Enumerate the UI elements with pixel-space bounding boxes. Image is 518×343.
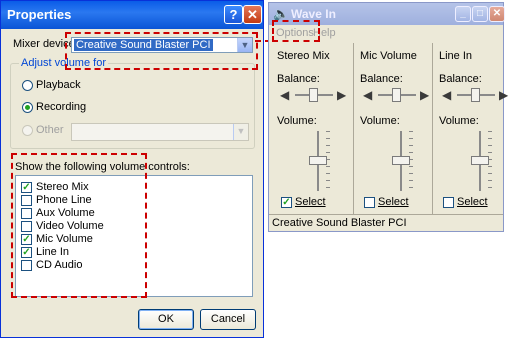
speaker-left-icon: ◀ [442,88,452,102]
dialog-title: Properties [7,7,72,22]
volume-label: Volume: [360,115,400,127]
speaker-left-icon: ◀ [363,88,373,102]
controls-highlight [11,153,147,298]
chevron-down-icon[interactable]: ▼ [233,124,248,140]
volume-slider[interactable] [309,156,327,165]
help-button[interactable]: ? [224,5,243,24]
select-checkbox[interactable]: ✓ [281,197,292,208]
playback-radio[interactable] [22,80,33,91]
recording-radio-label: Recording [36,101,87,113]
other-radio[interactable] [22,125,33,136]
column-name: Line In [439,50,473,62]
balance-slider[interactable] [392,88,401,102]
minimize-button[interactable]: _ [455,6,471,22]
select-label: Select [378,196,409,208]
volume-label: Volume: [439,115,479,127]
playback-radio-label: Playback [36,79,81,91]
volume-slider[interactable] [392,156,410,165]
select-label: Select [295,196,326,208]
speaker-right-icon: ▶ [420,88,430,102]
balance-label: Balance: [360,73,403,85]
select-checkbox[interactable] [443,197,454,208]
column-divider [432,43,433,215]
maximize-button[interactable]: □ [472,6,488,22]
recording-radio[interactable] [22,102,33,113]
balance-slider[interactable] [309,88,318,102]
volume-label: Volume: [277,115,317,127]
mixer-highlight [65,32,258,70]
select-checkbox[interactable] [364,197,375,208]
column-name: Stereo Mix [277,50,330,62]
cancel-button[interactable]: Cancel [200,309,256,330]
speaker-right-icon: ▶ [337,88,347,102]
status-bar: Creative Sound Blaster PCI [269,214,503,231]
close-button[interactable]: ✕ [489,6,505,22]
balance-slider[interactable] [471,88,480,102]
title-bar: Properties ? ✕ [1,1,263,29]
select-label: Select [457,196,488,208]
volume-slider[interactable] [471,156,489,165]
column-name: Mic Volume [360,50,417,62]
speaker-left-icon: ◀ [280,88,290,102]
other-radio-label: Other [36,124,64,136]
properties-dialog: Properties ? ✕ Mixer device: Creative So… [0,0,264,338]
ok-button[interactable]: OK [138,309,194,330]
other-device-select[interactable]: ▼ [71,123,249,141]
close-button[interactable]: ✕ [243,5,262,24]
wave-in-window: 🔈 Wave In _ □ ✕ Options Help Stereo Mix … [268,2,508,232]
wave-title: Wave In [291,7,336,21]
column-divider [353,43,354,215]
speaker-right-icon: ▶ [499,88,509,102]
balance-label: Balance: [277,73,320,85]
menu-highlight [272,20,320,42]
balance-label: Balance: [439,73,482,85]
